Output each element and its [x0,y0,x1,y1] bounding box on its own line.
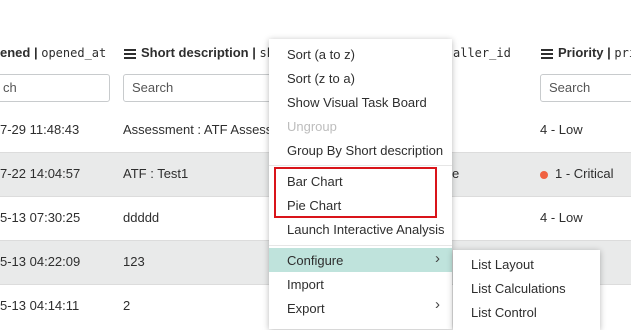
column-header-short-description-label: Short description [141,45,249,60]
cell-priority: 4 - Low [540,210,583,225]
submenu-item-list-calculations[interactable]: List Calculations [471,281,566,296]
search-input-opened[interactable]: ch [0,74,110,102]
submenu-item-list-control[interactable]: List Control [471,305,537,320]
search-input-priority[interactable]: Search [540,74,631,102]
cell-opened: 5-13 04:14:11 [0,298,80,313]
search-input-short-description[interactable]: Search [123,74,273,102]
column-header-short-description[interactable]: Short description | shor [124,45,288,61]
annotation-highlight-box [274,167,437,218]
cell-opened: 5-13 04:22:09 [0,254,81,269]
cell-priority: 1 - Critical [540,167,614,181]
menu-item-sort-a-z[interactable]: Sort (a to z) [287,47,355,62]
menu-item-import[interactable]: Import [287,277,324,292]
cell-short-description[interactable]: Assessment : ATF Assessor [123,123,284,137]
cell-opened: 5-13 07:30:25 [0,210,81,225]
column-menu-icon[interactable] [541,47,553,61]
configure-submenu: List Layout List Calculations List Contr… [453,250,600,330]
menu-item-show-visual-task-board[interactable]: Show Visual Task Board [287,95,427,110]
column-header-opened[interactable]: ened | opened_at [0,45,106,60]
submenu-item-list-layout[interactable]: List Layout [471,257,534,272]
cell-caller: e [452,166,460,181]
cell-opened: 7-22 14:04:57 [0,166,81,181]
cell-short-description[interactable]: 2 [123,299,130,313]
search-input-placeholder: Search [549,80,591,95]
search-input-placeholder: Search [132,80,174,95]
menu-divider [269,245,452,246]
column-header-opened-field: opened_at [41,46,107,60]
column-header-caller[interactable]: aller_id [453,45,511,60]
cell-priority: 4 - Low [540,122,583,137]
cell-priority-text: 1 - Critical [555,166,614,181]
column-menu-icon[interactable] [124,47,136,61]
menu-divider [269,165,452,166]
column-header-caller-field: aller_id [453,46,511,60]
menu-item-ungroup: Ungroup [287,119,337,134]
menu-item-configure-label: Configure [287,253,344,268]
cell-short-description[interactable]: ATF : Test1 [123,167,188,181]
column-separator: | [248,45,260,60]
cell-opened: 7-29 11:48:43 [0,122,80,137]
menu-item-group-by[interactable]: Group By Short description [287,143,443,158]
column-header-priority-field: pric [614,46,631,60]
column-header-priority-label: Priority [558,45,604,60]
cell-short-description[interactable]: 123 [123,255,145,269]
menu-item-launch-interactive-analysis[interactable]: Launch Interactive Analysis [287,222,445,237]
menu-item-export[interactable]: Export [287,301,325,316]
menu-item-configure[interactable]: Configure › [269,248,452,272]
search-input-value: ch [3,80,17,95]
chevron-right-icon: › [435,296,440,313]
column-separator: | [603,45,615,60]
column-header-opened-label: ened [0,45,31,60]
chevron-right-icon: › [435,250,440,267]
menu-item-sort-z-a[interactable]: Sort (z to a) [287,71,355,86]
critical-indicator-icon [540,170,548,179]
column-header-priority[interactable]: Priority | pric [541,45,631,61]
cell-short-description[interactable]: ddddd [123,211,159,225]
